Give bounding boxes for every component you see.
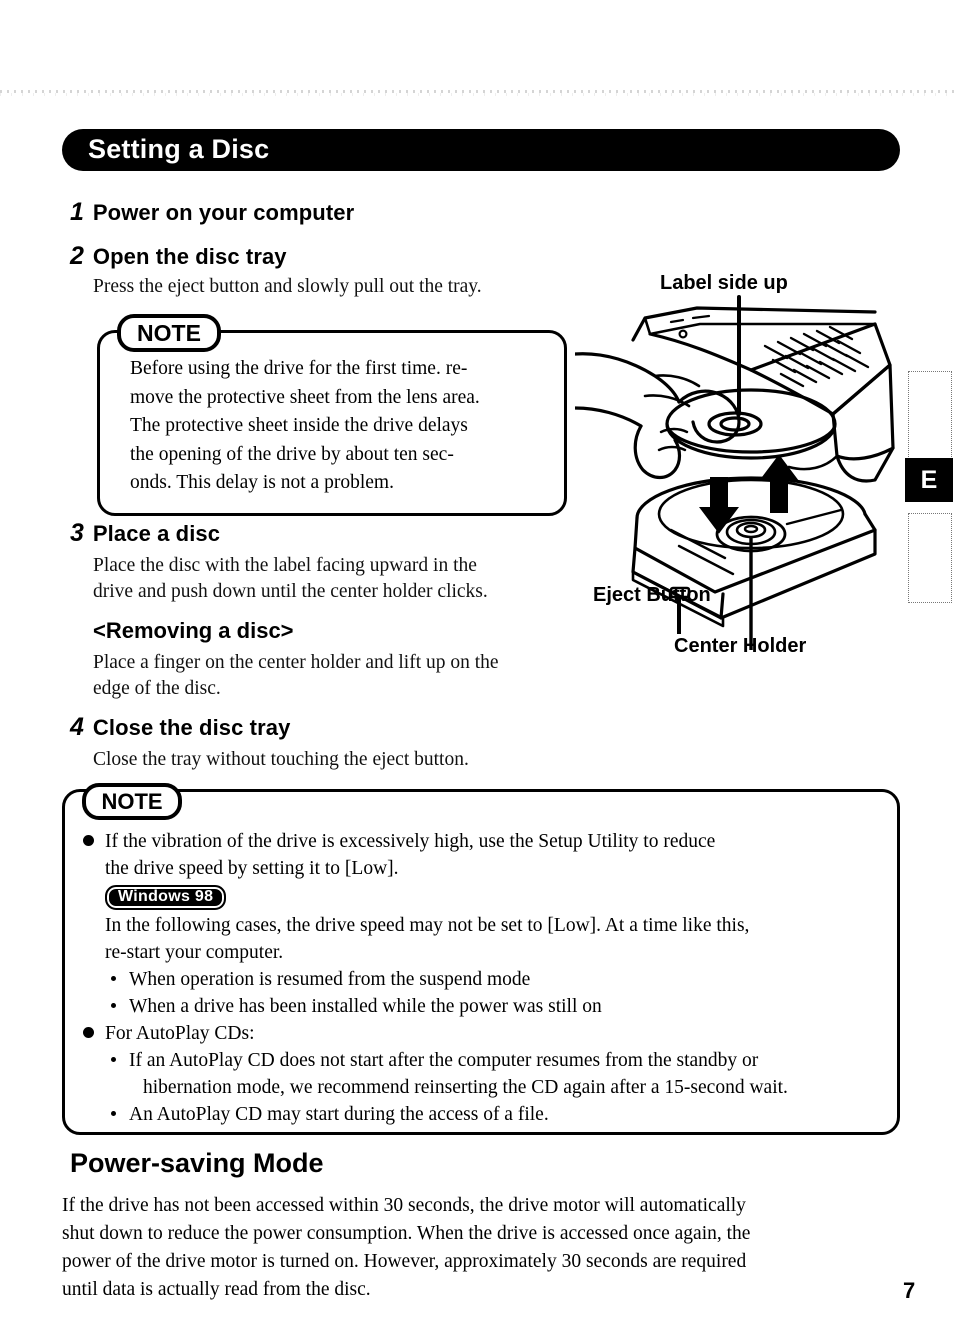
note2-b1-line-1: If the vibration of the drive is excessi… xyxy=(105,831,716,852)
sub-bullet-dot-icon xyxy=(111,1003,116,1008)
figure-label-label-side-up: Label side up xyxy=(660,272,788,294)
sub-bullet-dot-icon xyxy=(111,1111,116,1116)
step-2: 2 Open the disc tray xyxy=(70,244,287,269)
step-1-number: 1 xyxy=(70,198,84,226)
step-3-body-line-1: Place the disc with the label facing upw… xyxy=(93,555,477,576)
note-box-first-use-text: Before using the drive for the first tim… xyxy=(130,355,550,498)
note1-line-3: The protective sheet inside the drive de… xyxy=(130,415,468,436)
power-saving-line-2: shut down to reduce the power consumptio… xyxy=(62,1223,751,1244)
removing-body-line-1: Place a finger on the center holder and … xyxy=(93,652,499,673)
power-saving-mode-body: If the drive has not been accessed withi… xyxy=(62,1192,907,1304)
step-2-body-line-1: Press the eject button and slowly pull o… xyxy=(93,276,482,297)
figure-label-center-holder: Center Holder xyxy=(674,635,807,657)
removing-body-line-2: edge of the disc. xyxy=(93,678,221,699)
note2-b1-sub1-line-1: When operation is resumed from the suspe… xyxy=(129,969,531,990)
windows-98-badge-wrap: Windows 98 xyxy=(105,882,891,912)
power-saving-line-4: until data is actually read from the dis… xyxy=(62,1279,371,1300)
sub-bullet-dot-icon xyxy=(111,976,116,981)
note-box-first-use: Before using the drive for the first tim… xyxy=(97,330,567,516)
step-4-body-line-1: Close the tray without touching the ejec… xyxy=(93,749,469,770)
power-saving-line-1: If the drive has not been accessed withi… xyxy=(62,1195,746,1216)
bullet-dot-icon xyxy=(83,835,94,846)
windows-98-badge: Windows 98 xyxy=(105,885,227,910)
note1-line-5: onds. This delay is not a problem. xyxy=(130,472,394,493)
step-1: 1 Power on your computer xyxy=(70,200,354,225)
note-label-vibration-autoplay: NOTE xyxy=(82,783,182,820)
step-4-body: Close the tray without touching the ejec… xyxy=(93,747,469,773)
note2-b1-line-4: re-start your computer. xyxy=(105,942,284,963)
figure-label-eject-button: Eject Button xyxy=(593,584,711,606)
note2-b2-line-1: For AutoPlay CDs: xyxy=(105,1023,255,1044)
step-3-body: Place the disc with the label facing upw… xyxy=(93,553,488,605)
note2-b1-line-3: In the following cases, the drive speed … xyxy=(105,915,750,936)
note2-b1-sub2-line-1: When a drive has been installed while th… xyxy=(129,996,602,1017)
power-saving-mode-heading: Power-saving Mode xyxy=(70,1148,324,1178)
step-3: 3 Place a disc xyxy=(70,521,220,546)
step-4: 4 Close the disc tray xyxy=(70,715,290,740)
step-2-body: Press the eject button and slowly pull o… xyxy=(93,274,482,300)
note2-b2-subitem-1: If an AutoPlay CD does not start after t… xyxy=(105,1047,891,1101)
note2-bullet-1: If the vibration of the drive is excessi… xyxy=(79,828,891,1020)
note2-b1-subitem-2: When a drive has been installed while th… xyxy=(105,993,891,1020)
step-4-heading: Close the disc tray xyxy=(92,715,291,740)
note2-b2-sub1-line-1: If an AutoPlay CD does not start after t… xyxy=(129,1050,759,1071)
note-label-first-use: NOTE xyxy=(117,314,221,352)
note2-b1-line-2: the drive speed by setting it to [Low]. xyxy=(105,858,399,879)
note2-b2-subitem-2: An AutoPlay CD may start during the acce… xyxy=(105,1101,891,1128)
removing-a-disc-heading: <Removing a disc> xyxy=(93,618,294,643)
step-1-heading: Power on your computer xyxy=(92,200,355,225)
scan-artifact-line-secondary xyxy=(0,93,954,96)
step-4-number: 4 xyxy=(70,713,84,741)
note2-bullet-2: For AutoPlay CDs: If an AutoPlay CD does… xyxy=(79,1020,891,1128)
page-title: Setting a Disc xyxy=(88,133,270,164)
note2-b2-sub2-line-1: An AutoPlay CD may start during the acce… xyxy=(129,1104,549,1125)
step-2-number: 2 xyxy=(70,242,84,270)
sub-bullet-dot-icon xyxy=(111,1057,116,1062)
step-3-number: 3 xyxy=(70,519,84,547)
step-3-body-line-2: drive and push down until the center hol… xyxy=(93,581,488,602)
note1-line-4: the opening of the drive by about ten se… xyxy=(130,443,454,465)
step-2-heading: Open the disc tray xyxy=(92,244,287,269)
page-number: 7 xyxy=(903,1278,916,1303)
note1-line-2: move the protective sheet from the lens … xyxy=(130,386,480,408)
section-title-bar: Setting a Disc xyxy=(62,129,900,171)
note1-line-1: Before using the drive for the first tim… xyxy=(130,358,468,379)
note2-b2-sub1-line-2: hibernation mode, we recommend reinserti… xyxy=(143,1077,788,1098)
note-box-vibration-autoplay-body: If the vibration of the drive is excessi… xyxy=(79,828,891,1128)
removing-a-disc-body: Place a finger on the center holder and … xyxy=(93,650,499,702)
bullet-dot-icon xyxy=(83,1027,94,1038)
power-saving-line-3: power of the drive motor is turned on. H… xyxy=(62,1251,747,1272)
note2-b1-subitem-1: When operation is resumed from the suspe… xyxy=(105,966,891,993)
manual-page: Setting a Disc 1 Power on your computer … xyxy=(0,0,954,1335)
step-3-heading: Place a disc xyxy=(92,521,221,546)
note-box-vibration-autoplay: If the vibration of the drive is excessi… xyxy=(62,789,900,1135)
disc-insertion-illustration: Label side up Eject Button Center Holder xyxy=(573,262,925,667)
